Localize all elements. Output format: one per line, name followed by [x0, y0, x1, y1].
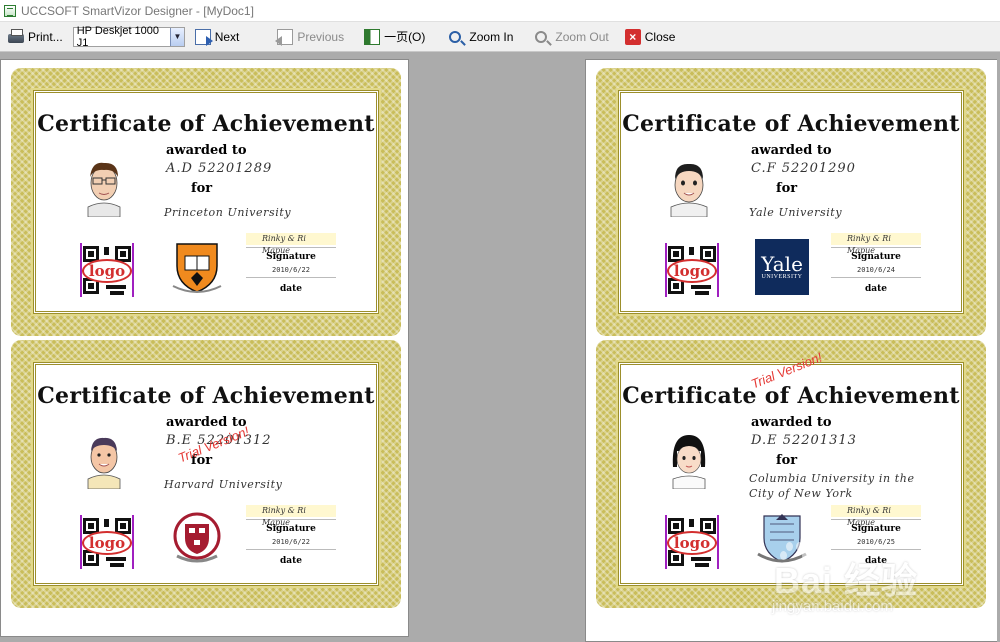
close-button[interactable]: × Close [621, 25, 680, 49]
university-name: Columbia University in the City of New Y… [749, 472, 915, 500]
previous-page-icon [275, 28, 294, 46]
watermark-url: jingyan.baidu.com [772, 598, 893, 615]
previous-button[interactable]: Previous [273, 25, 348, 49]
yale-logo-subtext: UNIVERSITY [761, 274, 803, 280]
zoom-in-button[interactable]: Zoom In [445, 25, 517, 49]
princeton-shield-icon [172, 243, 222, 293]
university-name: Princeton University [164, 206, 292, 219]
awarded-to-label: awarded to [751, 143, 832, 158]
preview-page-1: Certificate of Achievement awarded to A.… [0, 59, 409, 637]
zoom-out-label: Zoom Out [555, 29, 609, 44]
signature-block: Rinky & Ri Mapue Signature 2010/6/22 dat… [246, 233, 336, 294]
for-label: for [191, 181, 213, 196]
app-icon [4, 4, 16, 17]
signature-block: Rinky & Ri Mapue Signature 2010/6/22 dat… [246, 505, 336, 566]
certificate-card: Certificate of Achievement awarded to B.… [11, 340, 401, 608]
close-icon: × [624, 28, 641, 45]
printer-select[interactable]: HP Deskjet 1000 J1 ▼ [72, 24, 185, 49]
toolbar: Print... HP Deskjet 1000 J1 ▼ Next Previ… [0, 22, 1000, 52]
printer-select-value: HP Deskjet 1000 J1 [76, 24, 160, 49]
university-name: Harvard University [164, 478, 283, 491]
harvard-seal-icon [173, 512, 221, 563]
next-label: Next [214, 29, 240, 44]
avatar-icon [87, 162, 121, 217]
zoom-in-label: Zoom In [469, 29, 514, 44]
signature-label: Signature [851, 252, 901, 262]
certificate-card: Certificate of Achievement awarded to C.… [596, 68, 986, 336]
certificate-body: Certificate of Achievement awarded to C.… [618, 90, 964, 314]
awarded-to-label: awarded to [166, 143, 247, 158]
watermark-brand: Bai 经验 [774, 560, 919, 601]
signature-label: Signature [851, 524, 901, 534]
signature-scribble: Rinky & Ri Mapue [246, 233, 336, 255]
university-name: Yale University [749, 206, 843, 219]
certificate-title: Certificate of Achievement [622, 383, 960, 409]
avatar-icon [670, 163, 708, 217]
one-page-label: 一页(O) [384, 30, 426, 44]
certificate-body: Certificate of Achievement awarded to A.… [33, 90, 379, 314]
logo-badge: logo [82, 259, 132, 283]
yale-logo-text: Yale [761, 252, 803, 276]
awarded-to-label: awarded to [751, 415, 832, 430]
zoom-out-icon [535, 30, 548, 43]
zoom-out-button[interactable]: Zoom Out [531, 25, 612, 49]
qr-code: logo [665, 515, 719, 569]
title-bar: UCCSOFT SmartVizor Designer - [MyDoc1] [0, 0, 1000, 22]
baidu-watermark: Bai 经验 jingyan.baidu.com [770, 538, 980, 628]
qr-code: logo [80, 515, 134, 569]
chevron-down-icon[interactable]: ▼ [170, 27, 184, 46]
recipient-name: D.E 52201313 [751, 433, 857, 448]
for-label: for [776, 181, 798, 196]
print-label: Print... [28, 29, 63, 44]
date-label: date [279, 556, 302, 566]
certificate-card: Certificate of Achievement awarded to A.… [11, 68, 401, 336]
one-page-button[interactable]: 一页(O) [360, 25, 429, 49]
certificate-title: Certificate of Achievement [37, 111, 375, 137]
date-label: date [864, 284, 887, 294]
one-page-icon [364, 28, 381, 45]
signature-scribble: Rinky & Ri Mapue [831, 233, 921, 255]
avatar-icon [672, 435, 706, 489]
avatar-icon [87, 437, 121, 489]
next-page-icon [194, 28, 213, 46]
certificate-body: Certificate of Achievement awarded to B.… [33, 362, 379, 586]
signature-scribble: Rinky & Ri Mapue [831, 505, 921, 527]
logo-badge: logo [82, 531, 132, 555]
for-label: for [776, 453, 798, 468]
recipient-name: C.F 52201290 [751, 161, 856, 176]
window-title: UCCSOFT SmartVizor Designer - [MyDoc1] [21, 3, 254, 18]
previous-label: Previous [297, 29, 345, 44]
yale-logo: Yale UNIVERSITY [755, 239, 809, 295]
signature-label: Signature [266, 252, 316, 262]
signature-scribble: Rinky & Ri Mapue [246, 505, 336, 527]
logo-badge: logo [667, 531, 717, 555]
signature-date: 2010/6/22 [272, 266, 310, 274]
recipient-name: A.D 52201289 [166, 161, 273, 176]
close-label: Close [644, 29, 676, 44]
logo-badge: logo [667, 259, 717, 283]
date-label: date [279, 284, 302, 294]
certificate-title: Certificate of Achievement [37, 383, 375, 409]
qr-code: logo [80, 243, 134, 297]
printer-icon [8, 29, 24, 43]
signature-date: 2010/6/24 [857, 266, 895, 274]
qr-code: logo [665, 243, 719, 297]
signature-label: Signature [266, 524, 316, 534]
next-button[interactable]: Next [191, 25, 244, 49]
certificate-title: Certificate of Achievement [622, 111, 960, 137]
zoom-in-icon [449, 30, 462, 43]
signature-block: Rinky & Ri Mapue Signature 2010/6/24 dat… [831, 233, 921, 294]
print-button[interactable]: Print... [4, 25, 67, 49]
signature-date: 2010/6/22 [272, 538, 310, 546]
